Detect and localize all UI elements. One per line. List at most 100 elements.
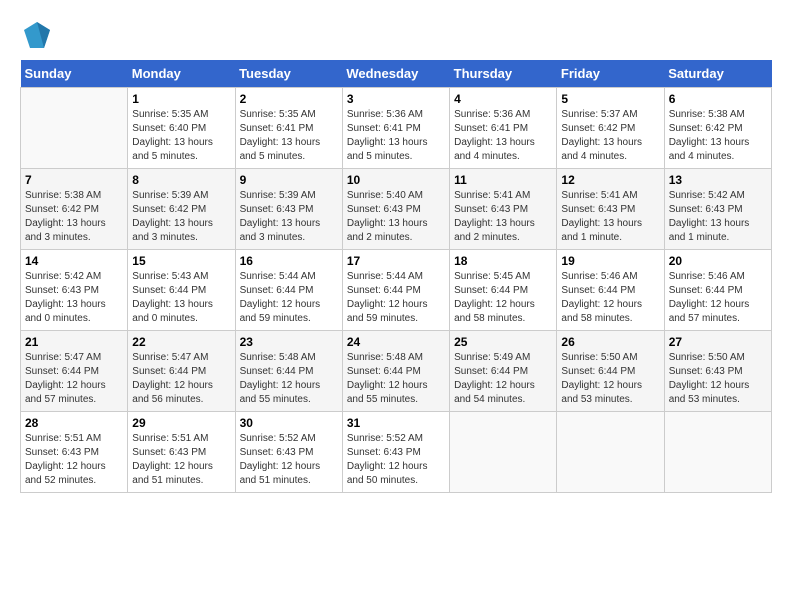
day-info: Sunrise: 5:42 AMSunset: 6:43 PMDaylight:… — [25, 270, 123, 326]
day-number: 27 — [669, 335, 767, 349]
day-number: 13 — [669, 173, 767, 187]
calendar-cell: 27 Sunrise: 5:50 AMSunset: 6:43 PMDayligh… — [664, 331, 771, 412]
calendar-cell: 18Sunrise: 5:45 AMSunset: 6:44 PMDayligh… — [450, 250, 557, 331]
calendar-cell — [664, 412, 771, 493]
day-info: Sunrise: 5:37 AMSunset: 6:42 PMDaylight:… — [561, 108, 659, 164]
day-info: Sunrise: 5:36 AMSunset: 6:41 PMDaylight:… — [454, 108, 552, 164]
calendar-body: 1Sunrise: 5:35 AMSunset: 6:40 PMDaylight… — [21, 88, 772, 493]
header-thursday: Thursday — [450, 60, 557, 88]
calendar-cell — [21, 88, 128, 169]
logo-icon — [22, 20, 52, 50]
calendar-cell: 3 Sunrise: 5:36 AMSunset: 6:41 PMDaylight… — [342, 88, 449, 169]
calendar-cell: 9 Sunrise: 5:39 AMSunset: 6:43 PMDaylight… — [235, 169, 342, 250]
calendar-header: Sunday Monday Tuesday Wednesday Thursday… — [21, 60, 772, 88]
day-info: Sunrise: 5:40 AMSunset: 6:43 PMDaylight:… — [347, 189, 445, 245]
calendar-cell: 1Sunrise: 5:35 AMSunset: 6:40 PMDaylight… — [128, 88, 235, 169]
day-info: Sunrise: 5:35 AMSunset: 6:40 PMDaylight:… — [132, 108, 230, 164]
day-info: Sunrise: 5:39 AMSunset: 6:43 PMDaylight:… — [240, 189, 338, 245]
day-info: Sunrise: 5:51 AMSunset: 6:43 PMDaylight:… — [25, 432, 123, 488]
day-info: Sunrise: 5:39 AMSunset: 6:42 PMDaylight:… — [132, 189, 230, 245]
calendar-cell: 10Sunrise: 5:40 AMSunset: 6:43 PMDayligh… — [342, 169, 449, 250]
day-number: 28 — [25, 416, 123, 430]
day-info: Sunrise: 5:44 AMSunset: 6:44 PMDaylight:… — [240, 270, 338, 326]
day-number: 29 — [132, 416, 230, 430]
header-wednesday: Wednesday — [342, 60, 449, 88]
day-info: Sunrise: 5:48 AMSunset: 6:44 PMDaylight:… — [240, 351, 338, 407]
day-info: Sunrise: 5:47 AMSunset: 6:44 PMDaylight:… — [25, 351, 123, 407]
calendar-cell: 16Sunrise: 5:44 AMSunset: 6:44 PMDayligh… — [235, 250, 342, 331]
calendar-cell: 12Sunrise: 5:41 AMSunset: 6:43 PMDayligh… — [557, 169, 664, 250]
day-number: 25 — [454, 335, 552, 349]
day-number: 18 — [454, 254, 552, 268]
calendar-cell: 25 Sunrise: 5:49 AMSunset: 6:44 PMDayligh… — [450, 331, 557, 412]
calendar-week-row: 14 Sunrise: 5:42 AMSunset: 6:43 PMDayligh… — [21, 250, 772, 331]
calendar-cell: 4 Sunrise: 5:36 AMSunset: 6:41 PMDaylight… — [450, 88, 557, 169]
day-info: Sunrise: 5:49 AMSunset: 6:44 PMDaylight:… — [454, 351, 552, 407]
day-info: Sunrise: 5:52 AMSunset: 6:43 PMDaylight:… — [347, 432, 445, 488]
calendar-cell: 19Sunrise: 5:46 AMSunset: 6:44 PMDayligh… — [557, 250, 664, 331]
day-number: 24 — [347, 335, 445, 349]
day-info: Sunrise: 5:48 AMSunset: 6:44 PMDaylight:… — [347, 351, 445, 407]
calendar-cell: 13 Sunrise: 5:42 AMSunset: 6:43 PMDayligh… — [664, 169, 771, 250]
day-number: 4 — [454, 92, 552, 106]
calendar-cell: 21Sunrise: 5:47 AMSunset: 6:44 PMDayligh… — [21, 331, 128, 412]
day-number: 5 — [561, 92, 659, 106]
day-info: Sunrise: 5:44 AMSunset: 6:44 PMDaylight:… — [347, 270, 445, 326]
calendar-cell: 8 Sunrise: 5:39 AMSunset: 6:42 PMDaylight… — [128, 169, 235, 250]
calendar-cell: 28 Sunrise: 5:51 AMSunset: 6:43 PMDayligh… — [21, 412, 128, 493]
calendar-cell: 26 Sunrise: 5:50 AMSunset: 6:44 PMDayligh… — [557, 331, 664, 412]
day-number: 26 — [561, 335, 659, 349]
calendar-week-row: 21Sunrise: 5:47 AMSunset: 6:44 PMDayligh… — [21, 331, 772, 412]
calendar-cell: 7 Sunrise: 5:38 AMSunset: 6:42 PMDaylight… — [21, 169, 128, 250]
calendar-table: Sunday Monday Tuesday Wednesday Thursday… — [20, 60, 772, 493]
day-number: 19 — [561, 254, 659, 268]
calendar-cell: 17 Sunrise: 5:44 AMSunset: 6:44 PMDayligh… — [342, 250, 449, 331]
calendar-cell: 23 Sunrise: 5:48 AMSunset: 6:44 PMDayligh… — [235, 331, 342, 412]
calendar-cell: 30Sunrise: 5:52 AMSunset: 6:43 PMDayligh… — [235, 412, 342, 493]
header-tuesday: Tuesday — [235, 60, 342, 88]
day-number: 17 — [347, 254, 445, 268]
calendar-cell: 15 Sunrise: 5:43 AMSunset: 6:44 PMDayligh… — [128, 250, 235, 331]
day-number: 3 — [347, 92, 445, 106]
day-info: Sunrise: 5:38 AMSunset: 6:42 PMDaylight:… — [669, 108, 767, 164]
day-info: Sunrise: 5:41 AMSunset: 6:43 PMDaylight:… — [454, 189, 552, 245]
day-number: 2 — [240, 92, 338, 106]
day-number: 7 — [25, 173, 123, 187]
day-info: Sunrise: 5:35 AMSunset: 6:41 PMDaylight:… — [240, 108, 338, 164]
day-number: 14 — [25, 254, 123, 268]
day-number: 6 — [669, 92, 767, 106]
day-number: 22 — [132, 335, 230, 349]
header-saturday: Saturday — [664, 60, 771, 88]
day-number: 31 — [347, 416, 445, 430]
calendar-cell: 24 Sunrise: 5:48 AMSunset: 6:44 PMDayligh… — [342, 331, 449, 412]
day-number: 12 — [561, 173, 659, 187]
day-number: 11 — [454, 173, 552, 187]
day-info: Sunrise: 5:38 AMSunset: 6:42 PMDaylight:… — [25, 189, 123, 245]
day-info: Sunrise: 5:36 AMSunset: 6:41 PMDaylight:… — [347, 108, 445, 164]
calendar-cell: 6 Sunrise: 5:38 AMSunset: 6:42 PMDaylight… — [664, 88, 771, 169]
calendar-week-row: 28 Sunrise: 5:51 AMSunset: 6:43 PMDayligh… — [21, 412, 772, 493]
calendar-cell — [450, 412, 557, 493]
day-number: 23 — [240, 335, 338, 349]
calendar-cell: 5 Sunrise: 5:37 AMSunset: 6:42 PMDaylight… — [557, 88, 664, 169]
header-sunday: Sunday — [21, 60, 128, 88]
calendar-week-row: 7 Sunrise: 5:38 AMSunset: 6:42 PMDaylight… — [21, 169, 772, 250]
day-number: 15 — [132, 254, 230, 268]
day-info: Sunrise: 5:51 AMSunset: 6:43 PMDaylight:… — [132, 432, 230, 488]
calendar-cell: 31 Sunrise: 5:52 AMSunset: 6:43 PMDayligh… — [342, 412, 449, 493]
calendar-cell: 14 Sunrise: 5:42 AMSunset: 6:43 PMDayligh… — [21, 250, 128, 331]
page-header — [20, 20, 772, 50]
day-info: Sunrise: 5:47 AMSunset: 6:44 PMDaylight:… — [132, 351, 230, 407]
day-info: Sunrise: 5:43 AMSunset: 6:44 PMDaylight:… — [132, 270, 230, 326]
days-of-week-row: Sunday Monday Tuesday Wednesday Thursday… — [21, 60, 772, 88]
calendar-cell: 22 Sunrise: 5:47 AMSunset: 6:44 PMDayligh… — [128, 331, 235, 412]
day-number: 9 — [240, 173, 338, 187]
calendar-cell: 20Sunrise: 5:46 AMSunset: 6:44 PMDayligh… — [664, 250, 771, 331]
day-info: Sunrise: 5:50 AMSunset: 6:44 PMDaylight:… — [561, 351, 659, 407]
day-info: Sunrise: 5:50 AMSunset: 6:43 PMDaylight:… — [669, 351, 767, 407]
calendar-week-row: 1Sunrise: 5:35 AMSunset: 6:40 PMDaylight… — [21, 88, 772, 169]
calendar-cell: 2 Sunrise: 5:35 AMSunset: 6:41 PMDaylight… — [235, 88, 342, 169]
day-info: Sunrise: 5:42 AMSunset: 6:43 PMDaylight:… — [669, 189, 767, 245]
day-info: Sunrise: 5:46 AMSunset: 6:44 PMDaylight:… — [669, 270, 767, 326]
day-number: 8 — [132, 173, 230, 187]
